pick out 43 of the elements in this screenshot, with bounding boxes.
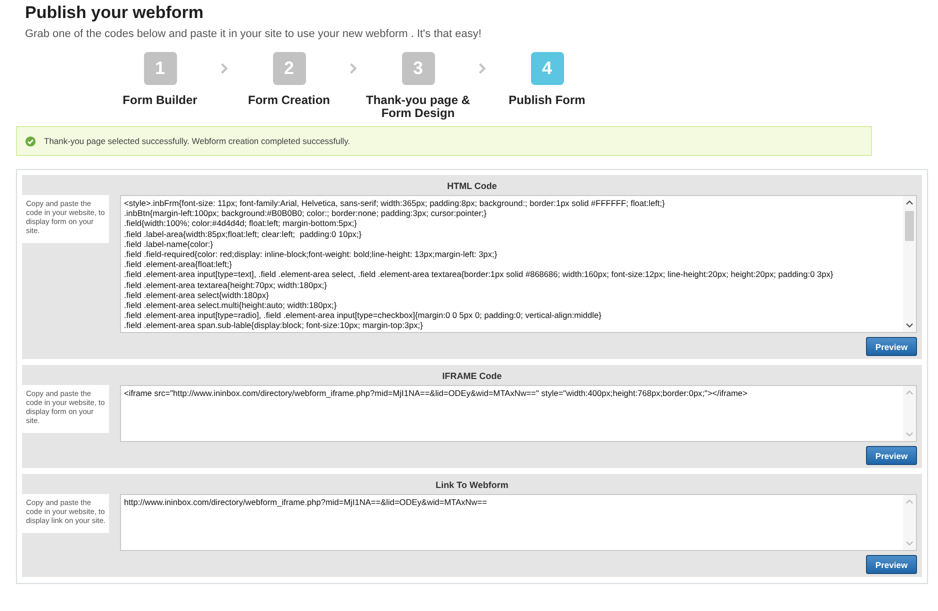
code-line: <iframe src="http://www.ininbox.com/directory/webform_iframe.php?mid=MjI1NA==&lid=ODEy&wid=MTAxNw==" style="width:400px;height:768px;border:0px;"></iframe>: [124, 388, 748, 398]
check-circle-icon: [25, 136, 36, 146]
scrollbar[interactable]: [903, 196, 916, 332]
scroll-down-icon[interactable]: [905, 322, 914, 329]
code-line: .field .element-area{float:left;}: [124, 259, 233, 270]
preview-button[interactable]: Preview: [866, 446, 917, 465]
chevron-icon: [478, 62, 487, 75]
step-number: 1: [144, 52, 176, 85]
step-label: Form Builder: [122, 94, 198, 107]
step-number: 3: [402, 52, 434, 85]
page-subtitle: Grab one of the codes below and paste it in your site to use your new webform . It's that easy!: [25, 28, 482, 40]
code-line: .field .element-area input[type=text], .field .element-area select, .field .element-area textarea{border:1px solid #868686; width:160px; font-size:12px; line-height:20px; height:20px; padding:0 3px}: [124, 269, 834, 280]
step-number: 4: [530, 52, 564, 85]
scroll-thumb[interactable]: [905, 211, 914, 241]
step-label: Publish Form: [508, 94, 586, 107]
code-field[interactable]: http://www.ininbox.com/directory/webform_iframe.php?mid=MjI1NA==&lid=ODEy&wid=MTAxNw==: [120, 494, 917, 551]
section-heading: Link To Webform: [434, 479, 510, 492]
page-title: Publish your webform: [24, 2, 205, 23]
code-line: .field .label-area{width:85px;float:left; clear:left; padding:0 10px;}: [124, 228, 363, 239]
chevron-icon: [349, 62, 358, 75]
code-line: .field .element-area input[type=radio], .field .element-area input[type=checkbox]{margin:0 0 5px 0; padding:0; vertical-align:middle}: [124, 310, 602, 320]
step-label: Form Creation: [246, 94, 331, 107]
code-line: .inbBtn{margin-left:100px; background:#B0B0B0; color:; border:none; padding:3px; cursor:pointer;}: [124, 208, 488, 218]
code-line: .field .element-area select{width:180px}: [124, 290, 269, 300]
chevron-icon: [220, 62, 229, 75]
code-line: .field .field-required{color: red;display: inline-block;font-weight: bold;line-height: 13px;margin-left: 3px;}: [124, 249, 498, 260]
code-line: .field{width:100%; color:#4d4d4d; float:left; margin-bottom:5px;}: [124, 218, 358, 229]
code-line: .field .label-name{color:}: [124, 238, 214, 250]
section-heading: IFRAME Code: [441, 370, 503, 383]
code-field[interactable]: [120, 195, 917, 333]
code-line: .field .element-area textarea{height:70px; width:180px;}: [124, 280, 328, 290]
code-line: http://www.ininbox.com/directory/webform_iframe.php?mid=MjI1NA==&lid=ODEy&wid=MTAxNw==: [124, 497, 488, 508]
preview-button[interactable]: Preview: [866, 337, 917, 356]
step-label: Thank-you page & Form Design: [364, 94, 471, 120]
section-heading: HTML Code: [446, 180, 498, 193]
preview-button[interactable]: Preview: [866, 555, 917, 574]
step-number: 2: [272, 52, 306, 85]
scroll-up-icon[interactable]: [905, 199, 914, 206]
alert-message: Thank-you page selected successfully. Webform creation completed successfully.: [44, 136, 350, 146]
code-field[interactable]: <iframe src="http://www.ininbox.com/directory/webform_iframe.php?mid=MjI1NA==&lid=ODEy&wid=MTAxNw==" style="width:400px;height:768px;border:0px;"></iframe>: [120, 385, 917, 442]
code-line: <style>.inbFrm{font-size: 11px; font-family:Arial, Helvetica, sans-serif; width:365px; padding:8px; background:; border:1px solid #FFFFFF; float:left;}: [124, 198, 666, 208]
code-line: .field .element-area select.multi{height:auto; width:180px;}: [124, 300, 338, 310]
code-line: .field .element-area span.sub-lable{display:block; font-size:10px; margin-top:3px;}: [124, 320, 424, 331]
